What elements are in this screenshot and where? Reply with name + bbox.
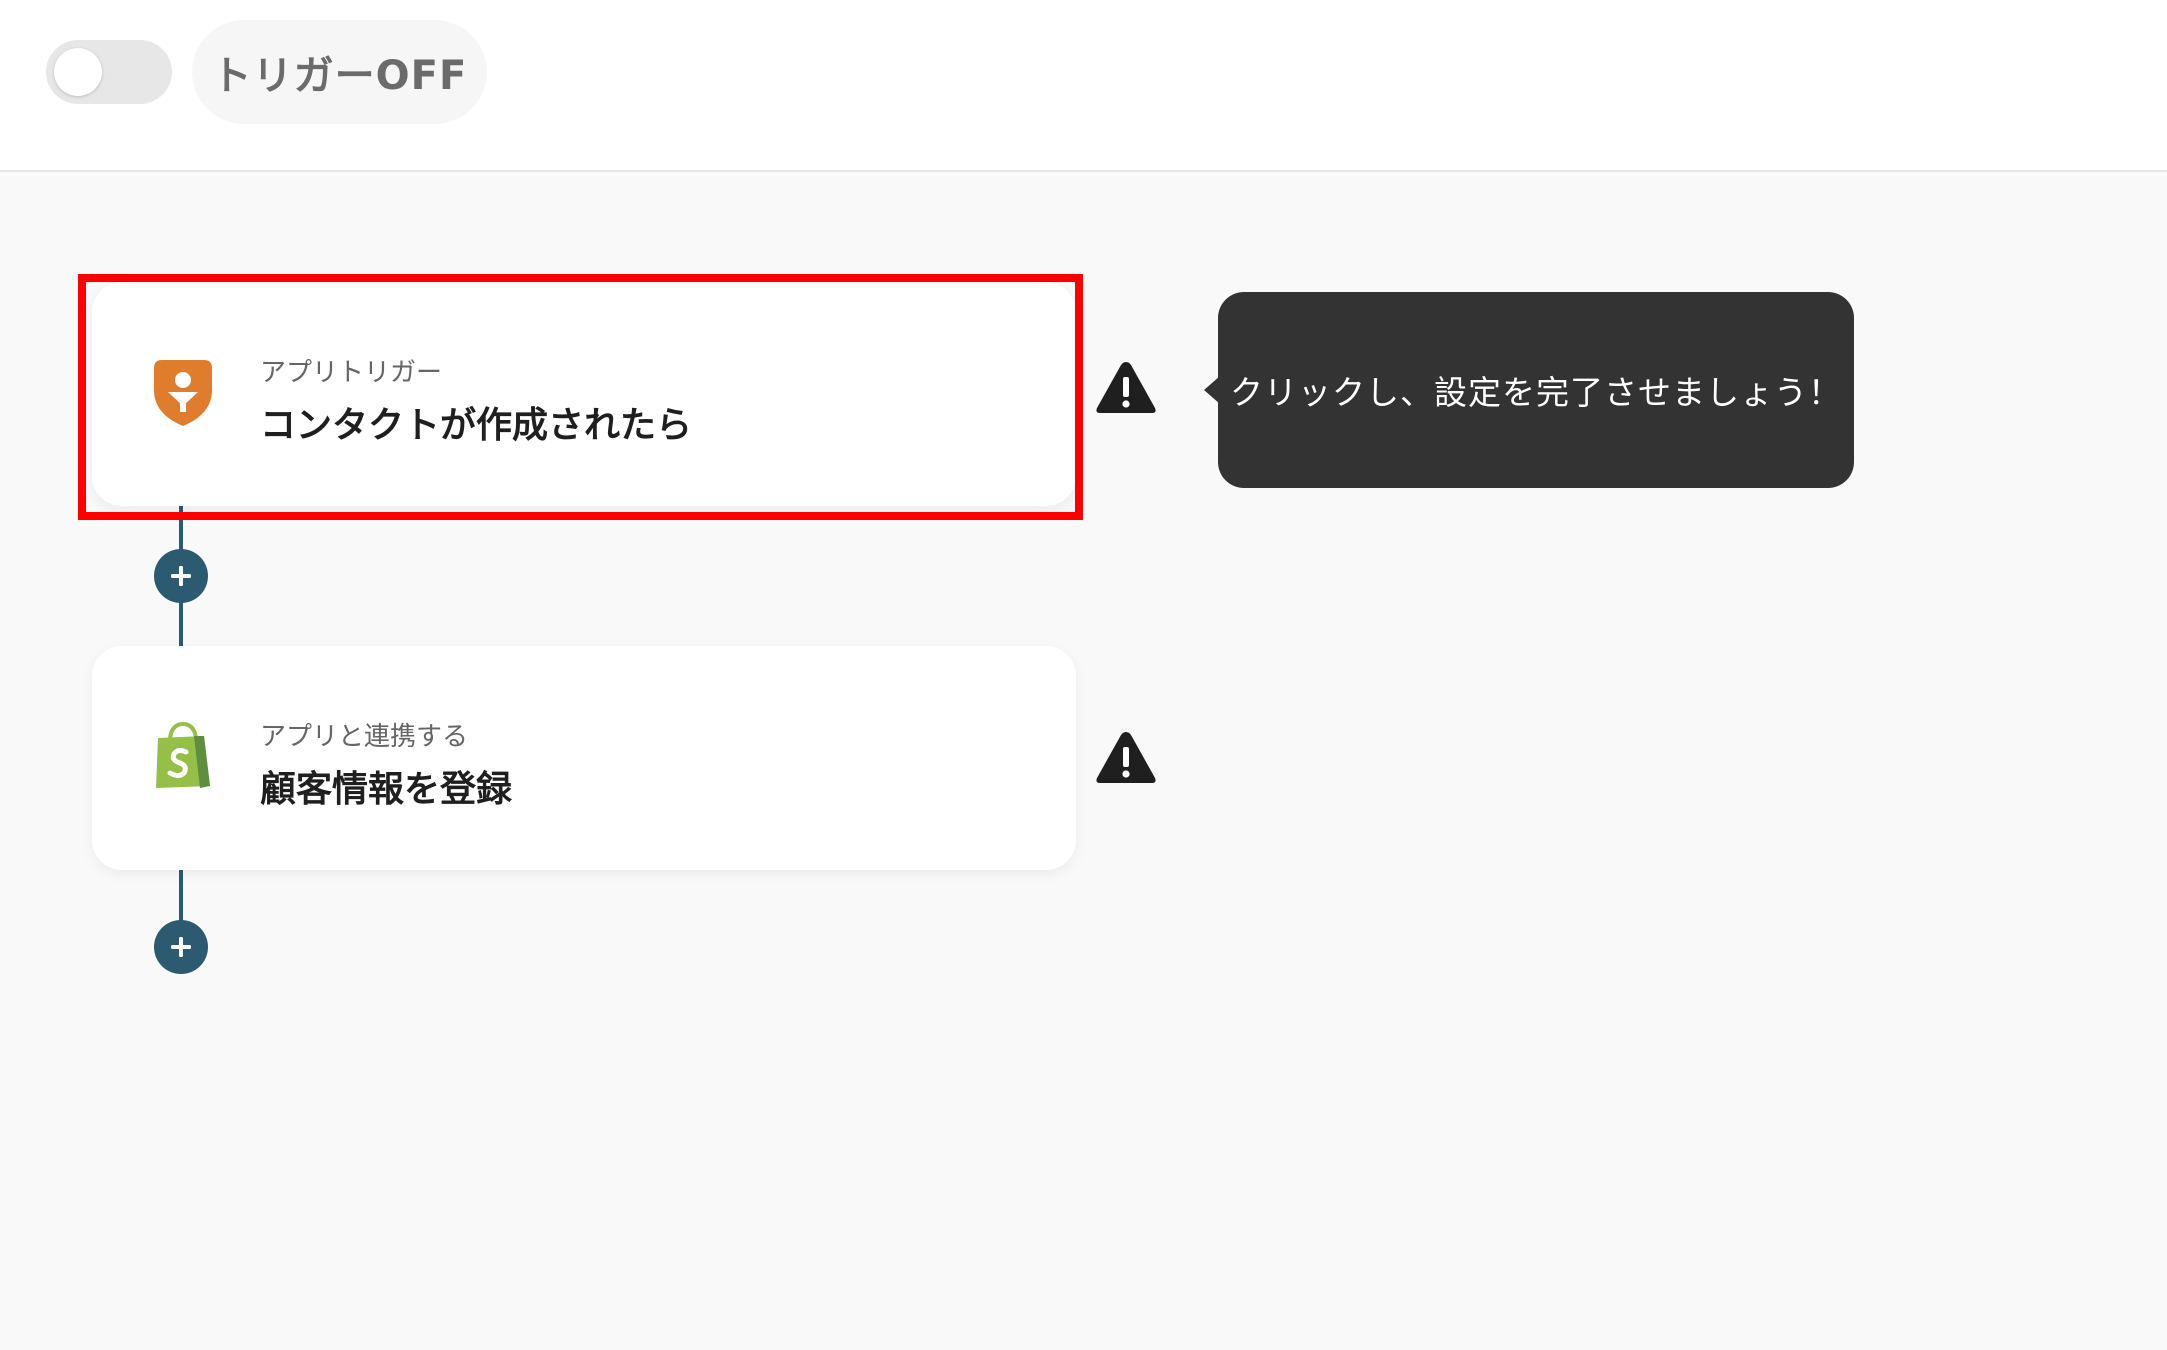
highlight-box: [78, 274, 1083, 520]
header-bar: トリガーOFF: [0, 0, 2167, 172]
toggle-knob: [54, 48, 102, 96]
warning-icon[interactable]: [1094, 358, 1158, 416]
action-step-card[interactable]: アプリと連携する 顧客情報を登録: [92, 646, 1076, 870]
plus-icon: [171, 937, 191, 957]
add-step-button[interactable]: [154, 549, 208, 603]
flow-connector-line: [179, 870, 183, 926]
flow-editor-page: トリガーOFF アプリトリガー コンタクトが作成されたら アプリと連携する 顧客…: [0, 0, 2167, 1350]
trigger-toggle[interactable]: [46, 40, 172, 104]
trigger-status-label: トリガーOFF: [192, 20, 487, 124]
shopify-icon: [148, 718, 218, 794]
add-step-button[interactable]: [154, 920, 208, 974]
warning-icon[interactable]: [1094, 728, 1158, 786]
plus-icon: [171, 566, 191, 586]
step-title: 顧客情報を登録: [260, 769, 513, 810]
setup-tooltip: クリックし、設定を完了させましょう！: [1218, 292, 1854, 488]
step-category-label: アプリと連携する: [260, 722, 469, 752]
